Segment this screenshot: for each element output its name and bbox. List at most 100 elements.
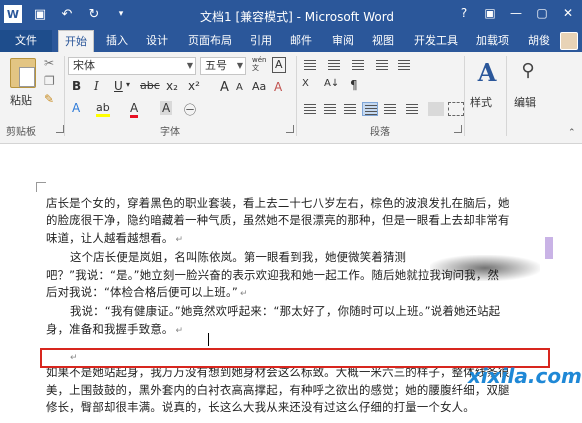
paste-button[interactable]: 粘贴: [10, 92, 32, 108]
help-icon[interactable]: ?: [456, 6, 472, 20]
minimize-icon[interactable]: —: [508, 6, 524, 20]
doc-line: 我说：“我有健康证。”她竟然欢呼起来：“那太好了，你随时可以上班。”说着她还站起: [70, 304, 501, 319]
line-spacing-icon[interactable]: [404, 102, 420, 116]
multilevel-list-icon[interactable]: [350, 58, 366, 72]
paragraph-launcher-icon[interactable]: [454, 125, 462, 133]
superscript-button[interactable]: x²: [188, 79, 200, 93]
justify-icon[interactable]: [362, 102, 378, 116]
strikethrough-button[interactable]: abc: [140, 79, 160, 92]
shading-icon[interactable]: [428, 102, 444, 116]
paragraph-mark: ↵: [175, 325, 184, 336]
tab-design[interactable]: 设计: [140, 30, 174, 52]
decrease-indent-icon[interactable]: [374, 58, 390, 72]
tab-references[interactable]: 引用: [244, 30, 278, 52]
phonetic-guide-icon[interactable]: wén 文: [252, 56, 266, 72]
maximize-icon[interactable]: ▢: [534, 6, 550, 20]
text-cursor: [208, 333, 209, 346]
distributed-icon[interactable]: [382, 102, 398, 116]
customize-icon[interactable]: ▾: [112, 5, 130, 23]
user-name[interactable]: 胡俊: [522, 30, 556, 52]
clipboard-launcher-icon[interactable]: [56, 125, 64, 133]
copy-icon[interactable]: ❐: [44, 74, 55, 88]
grow-font-button[interactable]: A: [220, 80, 229, 95]
close-icon[interactable]: ✕: [560, 6, 576, 20]
save-icon[interactable]: ▣: [31, 5, 49, 23]
undo-icon[interactable]: ↶: [58, 5, 76, 23]
text-effects-icon[interactable]: A: [72, 101, 80, 115]
doc-line: 吧？”我说：“是。”她立刻一脸兴奋的表示欢迎我和她一起工作。随后她就拉我询问我，…: [46, 267, 500, 282]
font-group-label: 字体: [160, 127, 180, 138]
chevron-down-icon: ▼: [186, 61, 193, 70]
font-size-value: 五号: [205, 59, 227, 72]
subscript-button[interactable]: x₂: [166, 79, 178, 93]
chinese-layout-icon[interactable]: X: [302, 78, 309, 89]
doc-line: 店长是个女的，穿着黑色的职业套装，看上去二十七八岁左右，棕色的波浪发扎在脑后，她: [46, 196, 510, 210]
word-icon[interactable]: W: [4, 5, 22, 23]
font-name-value: 宋体: [73, 59, 95, 72]
cut-icon[interactable]: ✂: [44, 56, 54, 70]
quick-access-toolbar: W ▣ ↶ ↻ ▾: [4, 5, 130, 23]
doc-line: 后对我说：“体检合格后便可以上班。” ↵: [46, 285, 248, 300]
sort-button[interactable]: A↓: [324, 78, 339, 89]
redo-icon[interactable]: ↻: [85, 5, 103, 23]
tab-page-layout[interactable]: 页面布局: [182, 30, 238, 52]
font-size-select[interactable]: 五号 ▼: [200, 57, 246, 75]
chevron-down-icon: ▼: [236, 61, 243, 70]
styles-button[interactable]: 样式: [470, 94, 492, 110]
tab-developer[interactable]: 开发工具: [408, 30, 464, 52]
highlight-color-button[interactable]: ab: [96, 101, 110, 117]
window-title: 文档1 [兼容模式] - Microsoft Word: [200, 10, 395, 24]
doc-line: 这个店长便是岚姐，名叫陈依岚。第一眼看到我，她便微笑着猜测: [70, 250, 407, 265]
binoculars-icon[interactable]: ⚲: [516, 60, 540, 84]
doc-line: 修长，臀部却很丰满。说真的，长这么大我从来还没有过这么仔细的打量一个女人。: [46, 400, 475, 415]
align-left-icon[interactable]: [302, 102, 318, 116]
format-painter-icon[interactable]: ✎: [44, 92, 54, 106]
doc-line: 身，准备和我握手致意。 ↵: [46, 321, 184, 336]
align-right-icon[interactable]: [342, 102, 358, 116]
margin-corner-mark: [36, 182, 46, 192]
avatar[interactable]: [560, 32, 578, 50]
group-divider: [64, 56, 65, 136]
font-color-button[interactable]: A: [130, 101, 139, 118]
paste-icon[interactable]: [10, 58, 36, 88]
styles-icon[interactable]: A: [474, 58, 500, 88]
bullets-icon[interactable]: [302, 58, 318, 72]
tab-mailings[interactable]: 邮件: [284, 30, 318, 52]
underline-button[interactable]: U: [114, 79, 123, 93]
ribbon-tabs: 文件 开始 插入 设计 页面布局 引用 邮件 审阅 视图 开发工具 加载项 胡俊: [0, 30, 582, 52]
borders-icon[interactable]: [448, 102, 464, 116]
font-name-select[interactable]: 宋体 ▼: [68, 57, 196, 75]
bold-button[interactable]: B: [72, 79, 81, 93]
ribbon-display-icon[interactable]: ▣: [482, 6, 498, 20]
tab-review[interactable]: 审阅: [326, 30, 360, 52]
group-divider: [296, 56, 297, 136]
collapse-ribbon-icon[interactable]: ⌃: [568, 128, 576, 138]
tab-view[interactable]: 视图: [366, 30, 400, 52]
numbering-icon[interactable]: [326, 58, 342, 72]
editing-button[interactable]: 编辑: [514, 94, 536, 110]
enclose-characters-button[interactable]: ㊀: [184, 101, 196, 118]
title-bar: W ▣ ↶ ↻ ▾ 文档1 [兼容模式] - Microsoft Word ? …: [0, 0, 582, 30]
paragraph-mark: ↵: [239, 289, 248, 300]
italic-button[interactable]: I: [94, 79, 99, 93]
font-launcher-icon[interactable]: [286, 125, 294, 133]
tab-home[interactable]: 开始: [58, 30, 94, 52]
character-shading-button[interactable]: A: [160, 101, 173, 115]
tab-file[interactable]: 文件: [0, 30, 52, 52]
tab-addins[interactable]: 加载项: [470, 30, 515, 52]
group-divider: [506, 56, 507, 136]
show-marks-button[interactable]: ¶: [350, 78, 358, 92]
clipboard-group-label: 剪贴板: [6, 127, 36, 138]
paragraph-mark: ↵: [175, 234, 184, 245]
paragraph-group-label: 段落: [370, 127, 390, 138]
clear-formatting-button[interactable]: A: [274, 80, 282, 94]
doc-line: 的脸庞很干净，隐约暗藏着一种气质，虽然她不是很漂亮的那种，但是一眼看上去却非常有: [46, 213, 510, 228]
chevron-down-icon[interactable]: ▾: [126, 80, 130, 89]
align-center-icon[interactable]: [322, 102, 338, 116]
change-case-button[interactable]: Aa: [252, 80, 266, 93]
paragraph-mark: ↵: [70, 353, 78, 363]
character-border-icon[interactable]: A: [272, 57, 286, 73]
shrink-font-button[interactable]: A: [236, 82, 243, 93]
tab-insert[interactable]: 插入: [100, 30, 134, 52]
increase-indent-icon[interactable]: [396, 58, 412, 72]
